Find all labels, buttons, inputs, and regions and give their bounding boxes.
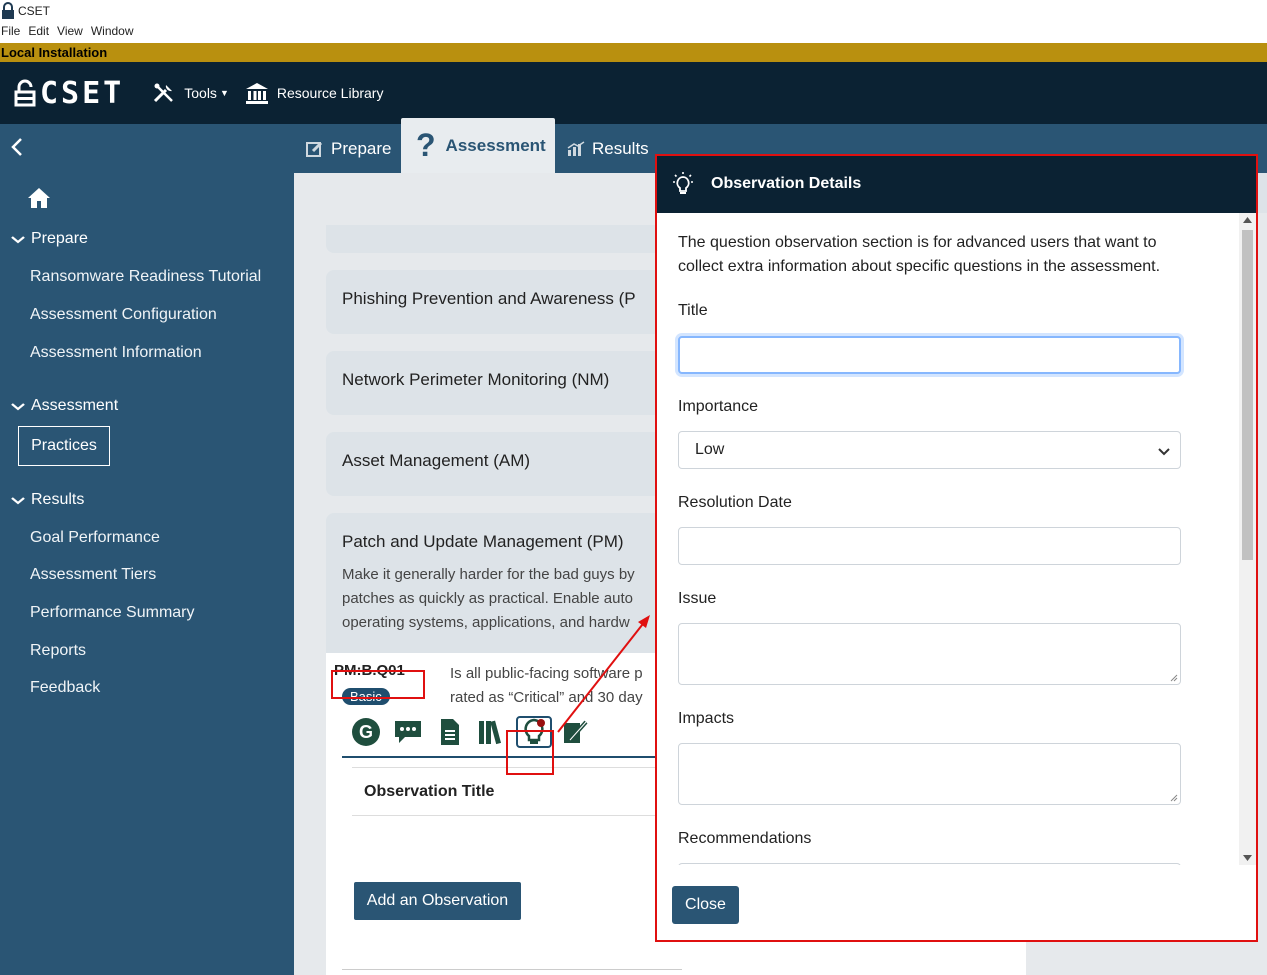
cset-app-window: CSET File Edit View Window Local Install… xyxy=(0,0,1267,975)
modal-header: Observation Details xyxy=(656,155,1256,213)
resolution-date-input[interactable] xyxy=(678,527,1181,565)
sidebar-section-assessment-label: Assessment xyxy=(31,397,119,414)
observation-title-column-header: Observation Title xyxy=(352,767,682,816)
sidebar: Prepare Ransomware Readiness Tutorial As… xyxy=(0,173,294,975)
svg-text:G: G xyxy=(359,722,373,742)
maturity-badge: Basic xyxy=(342,688,390,705)
resolution-date-label: Resolution Date xyxy=(678,494,792,511)
tab-results-label: Results xyxy=(592,138,649,158)
tab-assessment-label: Assessment xyxy=(445,135,546,155)
importance-selected-value: Low xyxy=(695,441,725,458)
close-button[interactable]: Close xyxy=(672,886,739,924)
scroll-thumb[interactable] xyxy=(1242,230,1253,560)
library-building-icon xyxy=(245,83,268,104)
collapse-sidebar-chevron-icon[interactable] xyxy=(10,134,24,165)
question-id: PM:B.Q01 xyxy=(334,662,405,679)
question-mark-icon: ? xyxy=(416,127,436,163)
top-nav: CSET Tools ▼ Resource Library xyxy=(0,62,1267,124)
guidance-g-icon[interactable]: G xyxy=(348,716,384,748)
impacts-textarea[interactable] xyxy=(678,743,1181,805)
logo-lock-icon xyxy=(14,79,36,107)
sidebar-item-goal-performance[interactable]: Goal Performance xyxy=(30,529,160,547)
home-icon[interactable] xyxy=(27,187,51,214)
sidebar-item-reports[interactable]: Reports xyxy=(30,642,86,660)
document-icon[interactable] xyxy=(432,716,468,748)
resize-handle-icon[interactable] xyxy=(1170,674,1178,682)
tools-menu[interactable]: Tools ▼ xyxy=(152,81,229,105)
scroll-down-arrow-icon[interactable] xyxy=(1243,855,1252,861)
lock-icon xyxy=(2,2,14,19)
scroll-up-arrow-icon[interactable] xyxy=(1243,217,1252,223)
chevron-down-icon xyxy=(1158,443,1170,461)
menu-bar: File Edit View Window xyxy=(0,24,142,42)
goal-card-title: Asset Management (AM) xyxy=(342,451,531,470)
goal-card-title: Network Perimeter Monitoring (NM) xyxy=(342,370,610,389)
caret-down-icon: ▼ xyxy=(219,88,229,98)
install-banner: Local Installation xyxy=(0,43,1267,62)
edit-icon xyxy=(306,140,324,158)
tab-results[interactable]: Results xyxy=(567,124,649,173)
comments-icon[interactable] xyxy=(390,716,426,748)
sidebar-section-results[interactable]: Results xyxy=(11,491,85,509)
scroll-edge xyxy=(1256,173,1267,213)
goal-card-title: Patch and Update Management (PM) xyxy=(342,532,624,551)
sidebar-section-assessment[interactable]: Assessment xyxy=(11,397,119,415)
menu-edit[interactable]: Edit xyxy=(28,24,57,42)
chevron-down-icon xyxy=(11,493,25,508)
add-observation-button[interactable]: Add an Observation xyxy=(354,882,521,920)
importance-select[interactable]: Low xyxy=(678,431,1181,469)
divider xyxy=(342,969,682,970)
modal-title: Observation Details xyxy=(711,175,862,192)
importance-label: Importance xyxy=(678,398,759,415)
sidebar-section-results-label: Results xyxy=(31,491,85,508)
chevron-down-icon xyxy=(11,399,25,414)
menu-file[interactable]: File xyxy=(0,24,28,42)
references-books-icon[interactable] xyxy=(474,716,510,748)
sidebar-section-prepare-label: Prepare xyxy=(31,230,88,247)
resource-library-label: Resource Library xyxy=(276,85,384,101)
toolbar-divider xyxy=(342,756,682,758)
resource-library-link[interactable]: Resource Library xyxy=(245,82,384,104)
tab-prepare-label: Prepare xyxy=(331,138,392,158)
cset-logo[interactable]: CSET xyxy=(14,76,124,111)
sidebar-item-feedback[interactable]: Feedback xyxy=(30,679,100,697)
tools-icon xyxy=(154,83,174,103)
sidebar-item-assessment-information[interactable]: Assessment Information xyxy=(30,344,202,362)
modal-footer: Close xyxy=(656,865,1256,941)
observation-lightbulb-icon[interactable] xyxy=(516,716,552,748)
bar-chart-icon xyxy=(567,140,585,157)
sidebar-item-practices[interactable]: Practices xyxy=(18,426,110,466)
tools-label: Tools xyxy=(184,85,217,101)
modal-scrollbar[interactable] xyxy=(1239,213,1256,865)
resize-handle-icon[interactable] xyxy=(1170,794,1178,802)
chevron-down-icon xyxy=(11,232,25,247)
goal-card-title: Phishing Prevention and Awareness (P xyxy=(342,289,636,308)
sidebar-item-assessment-tiers[interactable]: Assessment Tiers xyxy=(30,566,156,584)
sidebar-item-ransomware-tutorial[interactable]: Ransomware Readiness Tutorial xyxy=(30,268,261,286)
recommendations-label: Recommendations xyxy=(678,830,812,847)
window-titlebar: CSET xyxy=(0,0,1267,22)
annotation-arrow-icon xyxy=(557,615,650,733)
observation-details-modal: Observation Details The question observa… xyxy=(656,155,1256,941)
modal-body: The question observation section is for … xyxy=(656,213,1239,865)
title-label: Title xyxy=(678,302,708,319)
issue-textarea[interactable] xyxy=(678,623,1181,685)
sidebar-section-prepare[interactable]: Prepare xyxy=(11,230,88,248)
impacts-label: Impacts xyxy=(678,710,735,727)
lightbulb-icon xyxy=(670,171,696,197)
modal-intro-text: The question observation section is for … xyxy=(678,234,1161,275)
tab-assessment[interactable]: ? Assessment xyxy=(401,118,555,173)
title-input[interactable] xyxy=(678,336,1181,374)
logo-text: CSET xyxy=(40,75,125,111)
sidebar-item-assessment-configuration[interactable]: Assessment Configuration xyxy=(30,306,217,324)
tab-prepare[interactable]: Prepare xyxy=(306,124,391,173)
issue-label: Issue xyxy=(678,590,717,607)
menu-view[interactable]: View xyxy=(57,24,91,42)
menu-window[interactable]: Window xyxy=(91,24,142,42)
sidebar-item-performance-summary[interactable]: Performance Summary xyxy=(30,604,195,622)
window-title: CSET xyxy=(18,4,51,18)
